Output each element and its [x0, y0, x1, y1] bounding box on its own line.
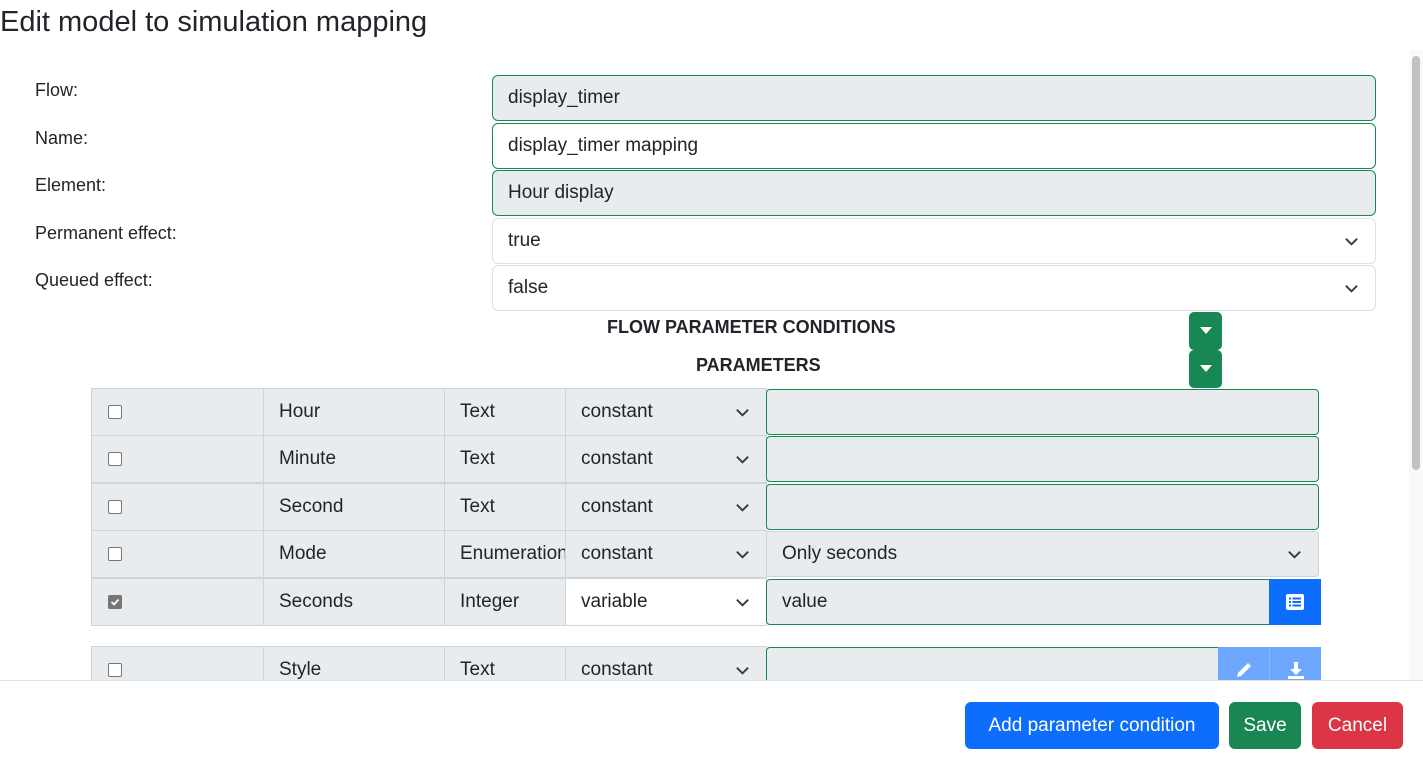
download-value-button[interactable]: [1269, 647, 1321, 680]
parameter-checkbox[interactable]: [108, 547, 122, 561]
parameter-name: Style: [263, 646, 445, 680]
caret-down-icon: [1199, 327, 1212, 334]
parameter-value-input[interactable]: [766, 436, 1319, 482]
chevron-down-icon: [734, 531, 750, 577]
queued-effect-label: Queued effect:: [35, 270, 153, 290]
parameters-toggle-button[interactable]: [1189, 350, 1222, 388]
parameter-type: Text: [444, 388, 566, 436]
parameter-checkbox[interactable]: [108, 452, 122, 466]
list-icon: [1286, 594, 1304, 610]
select-variable-button[interactable]: [1269, 579, 1321, 625]
parameter-mode-select[interactable]: constant: [565, 435, 767, 483]
parameter-value-input[interactable]: [766, 647, 1221, 680]
parameter-checkbox[interactable]: [108, 663, 122, 677]
parameter-type: Enumeration: [444, 530, 566, 578]
edit-value-button[interactable]: [1218, 647, 1269, 680]
chevron-down-icon: [1343, 266, 1359, 310]
permanent-effect-value: true: [508, 230, 541, 251]
parameter-value-input[interactable]: [766, 484, 1319, 530]
parameter-select-cell: [91, 388, 264, 436]
parameter-name: Second: [263, 483, 445, 531]
pencil-icon: [1236, 663, 1251, 677]
parameter-name: Minute: [263, 435, 445, 483]
chevron-down-icon: [734, 647, 750, 680]
parameter-value-select[interactable]: Only seconds: [766, 531, 1319, 577]
parameter-mode-value: constant: [581, 659, 653, 680]
parameter-mode-value: constant: [581, 496, 653, 517]
download-icon: [1287, 662, 1304, 679]
parameter-name: Seconds: [263, 578, 445, 626]
element-label: Element:: [35, 175, 107, 195]
name-label: Name:: [35, 128, 89, 148]
parameter-checkbox[interactable]: [108, 595, 122, 609]
parameters-title: PARAMETERS: [696, 355, 821, 375]
parameter-mode-value: constant: [581, 543, 653, 564]
parameter-type: Integer: [444, 578, 566, 626]
parameter-checkbox[interactable]: [108, 500, 122, 514]
parameter-select-cell: [91, 646, 264, 680]
flow-label: Flow:: [35, 80, 79, 100]
parameter-type: Text: [444, 483, 566, 531]
parameter-type: Text: [444, 435, 566, 483]
cancel-button[interactable]: Cancel: [1312, 702, 1403, 749]
parameter-type: Text: [444, 646, 566, 680]
parameter-checkbox[interactable]: [108, 405, 122, 419]
parameter-value-input[interactable]: value: [766, 579, 1271, 625]
chevron-down-icon: [734, 484, 750, 530]
scrollbar-thumb[interactable]: [1412, 56, 1420, 470]
flow-parameter-conditions-toggle-button[interactable]: [1189, 312, 1222, 350]
parameter-mode-select[interactable]: variable: [565, 578, 767, 626]
parameter-name: Hour: [263, 388, 445, 436]
parameter-select-cell: [91, 483, 264, 531]
parameter-mode-select[interactable]: constant: [565, 483, 767, 531]
chevron-down-icon: [734, 389, 750, 435]
chevron-down-icon: [734, 436, 750, 482]
queued-effect-value: false: [508, 277, 549, 298]
parameter-mode-value: variable: [581, 591, 648, 612]
parameter-mode-value: constant: [581, 448, 653, 469]
check-icon: [110, 598, 120, 606]
permanent-effect-label: Permanent effect:: [35, 223, 177, 243]
permanent-effect-select[interactable]: true: [492, 218, 1376, 264]
parameter-name: Mode: [263, 530, 445, 578]
parameter-select-cell: [91, 578, 264, 626]
dialog-body: Flow: display_timer Name: display_timer …: [0, 50, 1423, 680]
parameter-select-cell: [91, 530, 264, 578]
flow-parameter-conditions-title: FLOW PARAMETER CONDITIONS: [607, 317, 896, 337]
caret-down-icon: [1199, 365, 1212, 372]
scrollbar[interactable]: [1409, 50, 1423, 680]
chevron-down-icon: [1286, 532, 1302, 576]
chevron-down-icon: [734, 579, 750, 625]
parameter-value-option: Only seconds: [782, 543, 898, 564]
parameter-mode-value: constant: [581, 401, 653, 422]
flow-field[interactable]: display_timer: [492, 75, 1376, 121]
add-parameter-condition-button[interactable]: Add parameter condition: [965, 702, 1219, 749]
save-button[interactable]: Save: [1229, 702, 1301, 749]
name-field[interactable]: display_timer mapping: [492, 123, 1376, 169]
parameter-mode-select[interactable]: constant: [565, 388, 767, 436]
element-field[interactable]: Hour display: [492, 170, 1376, 216]
page-title: Edit model to simulation mapping: [0, 6, 428, 38]
parameter-value-input[interactable]: [766, 389, 1319, 435]
queued-effect-select[interactable]: false: [492, 265, 1376, 311]
dialog-footer: Add parameter condition Save Cancel: [0, 680, 1423, 768]
parameter-select-cell: [91, 435, 264, 483]
parameter-mode-select[interactable]: constant: [565, 646, 767, 680]
parameter-mode-select[interactable]: constant: [565, 530, 767, 578]
chevron-down-icon: [1343, 219, 1359, 263]
